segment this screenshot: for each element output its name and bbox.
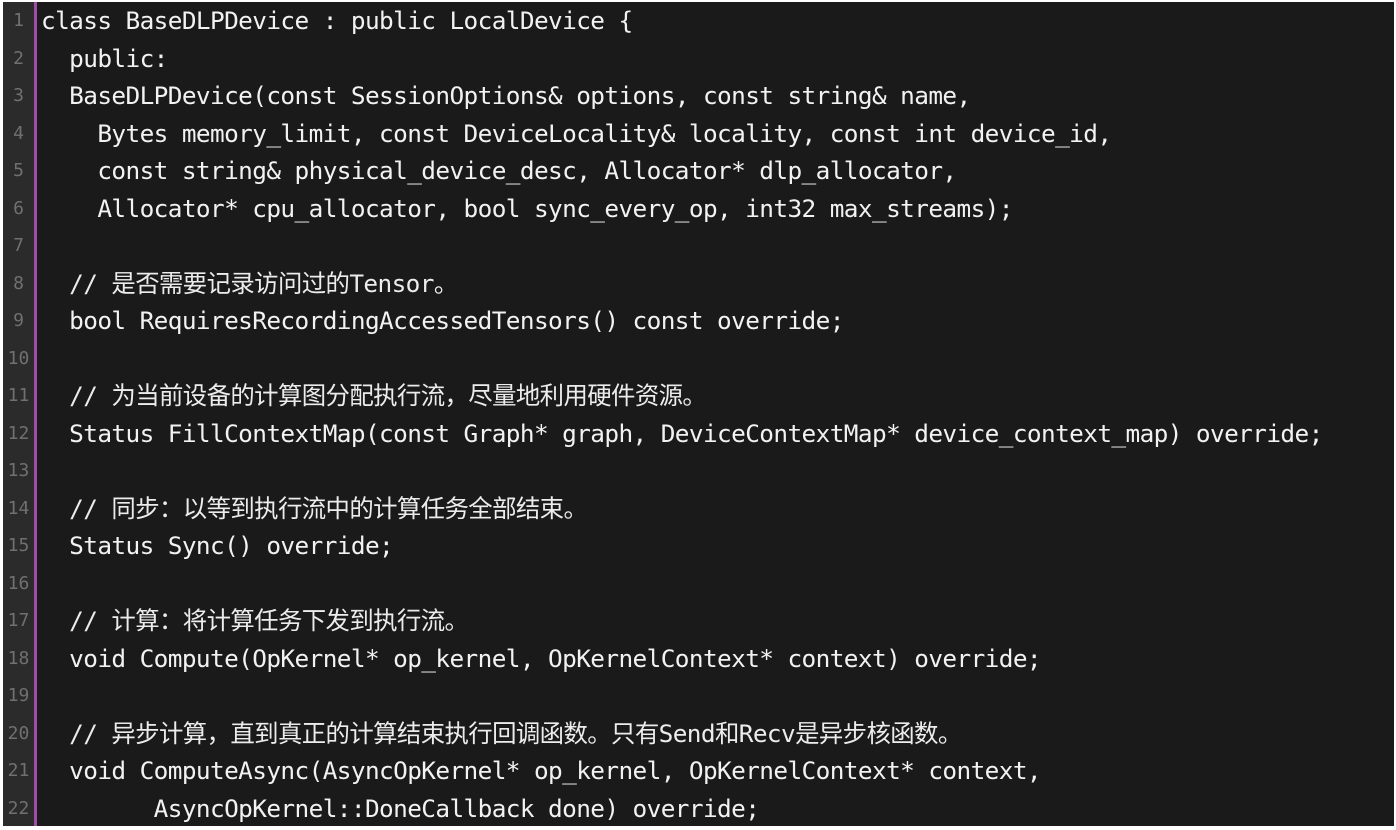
code-line[interactable]: 17 // 计算：将计算任务下发到执行流。: [3, 602, 1394, 640]
code-text[interactable]: Bytes memory_limit, const DeviceLocality…: [41, 115, 1112, 153]
line-number: 14: [7, 497, 30, 519]
line-number: 12: [7, 422, 30, 444]
code-text[interactable]: class BaseDLPDevice : public LocalDevice…: [41, 2, 633, 40]
code-line[interactable]: 10: [3, 340, 1394, 378]
code-line[interactable]: 6 Allocator* cpu_allocator, bool sync_ev…: [3, 190, 1394, 228]
line-number: 17: [7, 610, 30, 631]
line-number: 11: [7, 385, 30, 406]
line-number: 2: [13, 47, 24, 69]
line-number: 8: [13, 272, 24, 294]
line-number: 22: [7, 797, 30, 819]
code-line[interactable]: 12 Status FillContextMap(const Graph* gr…: [3, 415, 1394, 453]
code-comment[interactable]: // 异步计算，直到真正的计算结束执行回调函数。只有Send和Recv是异步核函…: [41, 715, 962, 753]
code-text[interactable]: AsyncOpKernel::DoneCallback done) overri…: [41, 790, 760, 827]
code-text[interactable]: void Compute(OpKernel* op_kernel, OpKern…: [41, 640, 1041, 678]
code-line[interactable]: 3 BaseDLPDevice(const SessionOptions& op…: [3, 77, 1394, 115]
code-text[interactable]: Status Sync() override;: [41, 527, 394, 565]
line-number: 19: [7, 685, 30, 706]
line-number: 20: [7, 722, 30, 744]
code-text[interactable]: BaseDLPDevice(const SessionOptions& opti…: [41, 77, 971, 115]
code-lines: 1 class BaseDLPDevice : public LocalDevic…: [3, 2, 1394, 826]
code-line[interactable]: 11 // 为当前设备的计算图分配执行流，尽量地利用硬件资源。: [3, 377, 1394, 415]
code-line[interactable]: 4 Bytes memory_limit, const DeviceLocali…: [3, 115, 1394, 153]
code-text[interactable]: public:: [41, 40, 168, 78]
code-text[interactable]: Allocator* cpu_allocator, bool sync_ever…: [41, 190, 1013, 228]
line-number: 21: [7, 760, 30, 781]
code-line[interactable]: 20 // 异步计算，直到真正的计算结束执行回调函数。只有Send和Recv是异…: [3, 715, 1394, 753]
code-line[interactable]: 9 bool RequiresRecordingAccessedTensors(…: [3, 302, 1394, 340]
code-comment[interactable]: // 为当前设备的计算图分配执行流，尽量地利用硬件资源。: [41, 377, 707, 415]
code-editor[interactable]: 1 class BaseDLPDevice : public LocalDevic…: [3, 2, 1394, 826]
code-text[interactable]: const string& physical_device_desc, Allo…: [41, 152, 957, 190]
code-line[interactable]: 18 void Compute(OpKernel* op_kernel, OpK…: [3, 640, 1394, 678]
line-number: 9: [13, 310, 24, 331]
code-line[interactable]: 13: [3, 452, 1394, 490]
code-line[interactable]: 19: [3, 677, 1394, 715]
line-number: 4: [13, 122, 24, 144]
screenshot-frame: 1 class BaseDLPDevice : public LocalDevic…: [0, 0, 1396, 830]
code-line[interactable]: 1 class BaseDLPDevice : public LocalDevic…: [3, 2, 1394, 40]
code-line[interactable]: 7: [3, 227, 1394, 265]
code-line[interactable]: 5 const string& physical_device_desc, Al…: [3, 152, 1394, 190]
code-line[interactable]: 2 public:: [3, 40, 1394, 78]
line-number: 18: [7, 647, 30, 669]
code-line[interactable]: 16: [3, 565, 1394, 603]
line-number: 15: [7, 535, 30, 556]
line-number: 1: [13, 10, 24, 31]
code-text[interactable]: Status FillContextMap(const Graph* graph…: [41, 415, 1323, 453]
code-text[interactable]: bool RequiresRecordingAccessedTensors() …: [41, 302, 844, 340]
line-number: 10: [7, 347, 30, 369]
line-number: 16: [7, 572, 30, 594]
line-number: 3: [13, 85, 24, 106]
line-number: 6: [13, 197, 24, 219]
code-comment[interactable]: // 是否需要记录访问过的Tensor。: [41, 265, 458, 303]
code-line[interactable]: 22 AsyncOpKernel::DoneCallback done) ove…: [3, 790, 1394, 827]
line-number: 5: [13, 160, 24, 181]
line-number: 7: [13, 235, 24, 256]
code-text[interactable]: void ComputeAsync(AsyncOpKernel* op_kern…: [41, 752, 1041, 790]
code-line[interactable]: 21 void ComputeAsync(AsyncOpKernel* op_k…: [3, 752, 1394, 790]
code-comment[interactable]: // 同步：以等到执行流中的计算任务全部结束。: [41, 490, 588, 528]
line-number: 13: [7, 460, 30, 481]
code-line[interactable]: 14 // 同步：以等到执行流中的计算任务全部结束。: [3, 490, 1394, 528]
code-comment[interactable]: // 计算：将计算任务下发到执行流。: [41, 602, 469, 640]
code-line[interactable]: 8 // 是否需要记录访问过的Tensor。: [3, 265, 1394, 303]
code-line[interactable]: 15 Status Sync() override;: [3, 527, 1394, 565]
